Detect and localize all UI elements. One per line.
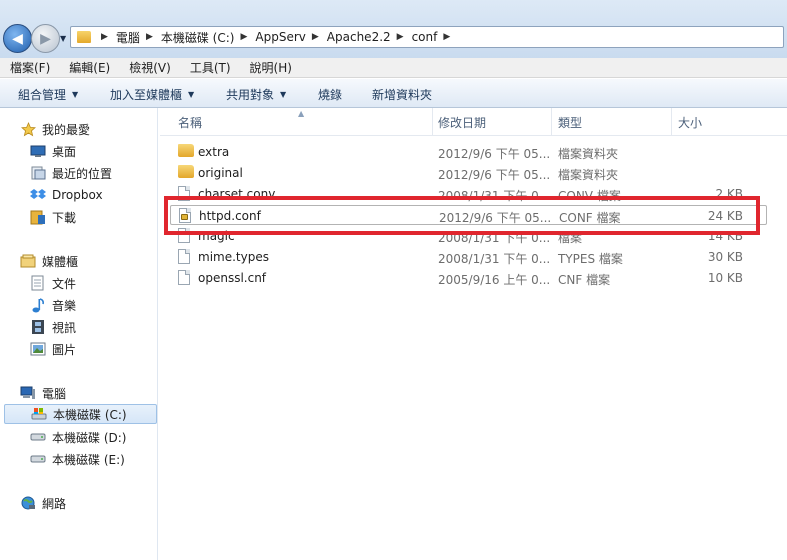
nav-videos[interactable]: 視訊 <box>30 317 76 337</box>
file-row-mime-types[interactable]: mime.types 2008/1/31 下午 0... TYPES 檔案 30… <box>170 247 767 267</box>
nav-dropbox[interactable]: Dropbox <box>30 185 103 205</box>
column-header-name[interactable]: 名稱 <box>178 114 202 131</box>
menu-help[interactable]: 說明(H) <box>250 59 292 76</box>
file-list: ▲ 名稱 修改日期 類型 大小 extra 2012/9/6 下午 05... … <box>160 108 787 560</box>
navigation-pane: 我的最愛 桌面 最近的位置 Dropbox 下載 媒體櫃 文件 音樂 視訊 圖片… <box>0 108 158 560</box>
nav-recent-places[interactable]: 最近的位置 <box>30 163 112 183</box>
nav-drive-c[interactable]: 本機磁碟 (C:) <box>4 404 157 424</box>
nav-libraries[interactable]: 媒體櫃 <box>20 251 78 271</box>
breadcrumb-computer[interactable]: ▶ 電腦 <box>95 29 140 46</box>
command-bar: 組合管理 ▼ 加入至媒體櫃 ▼ 共用對象 ▼ 燒錄 新增資料夾 <box>0 79 787 108</box>
nav-downloads[interactable]: 下載 <box>30 207 76 227</box>
file-row-original[interactable]: original 2012/9/6 下午 05... 檔案資料夾 <box>170 163 767 183</box>
hard-drive-icon <box>30 451 46 467</box>
sort-ascending-icon: ▲ <box>298 109 305 118</box>
column-divider[interactable] <box>671 108 672 135</box>
dropdown-caret-icon: ▼ <box>72 90 79 99</box>
share-with-button[interactable]: 共用對象 ▼ <box>226 86 286 103</box>
recent-places-icon <box>30 165 46 181</box>
desktop-icon <box>30 143 46 159</box>
chevron-right-icon[interactable]: ▶ <box>443 32 450 42</box>
downloads-folder-icon <box>30 209 46 225</box>
forward-button[interactable]: ▶ <box>31 24 60 53</box>
back-button[interactable]: ◀ <box>3 24 32 53</box>
document-icon <box>178 249 192 265</box>
column-header-date[interactable]: 修改日期 <box>438 114 486 131</box>
new-folder-button[interactable]: 新增資料夾 <box>372 86 432 103</box>
film-strip-icon <box>30 319 46 335</box>
arrow-left-icon: ◀ <box>12 30 23 47</box>
system-drive-icon <box>31 406 47 422</box>
chevron-right-icon[interactable]: ▶ <box>312 32 319 42</box>
menu-file[interactable]: 檔案(F) <box>10 59 50 76</box>
chevron-right-icon[interactable]: ▶ <box>240 32 247 42</box>
document-icon <box>178 270 192 286</box>
folder-icon <box>77 31 91 43</box>
column-header-type[interactable]: 類型 <box>558 114 582 131</box>
burn-button[interactable]: 燒錄 <box>318 86 342 103</box>
folder-icon <box>178 165 194 181</box>
star-icon <box>20 121 36 137</box>
nav-pictures[interactable]: 圖片 <box>30 339 76 359</box>
menu-edit[interactable]: 編輯(E) <box>69 59 110 76</box>
chevron-right-icon[interactable]: ▶ <box>146 32 153 42</box>
column-headers: ▲ 名稱 修改日期 類型 大小 <box>160 108 787 136</box>
menu-tools[interactable]: 工具(T) <box>190 59 231 76</box>
breadcrumb-appserv[interactable]: ▶ AppServ <box>234 30 305 44</box>
address-toolbar: ◀ ▶ ▼ ▶ 電腦 ▶ 本機磁碟 (C:) ▶ AppServ ▶ Apach… <box>0 0 787 58</box>
nav-documents[interactable]: 文件 <box>30 273 76 293</box>
chevron-right-icon[interactable]: ▶ <box>397 32 404 42</box>
nav-music[interactable]: 音樂 <box>30 295 76 315</box>
column-divider[interactable] <box>551 108 552 135</box>
file-row-extra[interactable]: extra 2012/9/6 下午 05... 檔案資料夾 <box>170 142 767 162</box>
file-row-openssl-cnf[interactable]: openssl.cnf 2005/9/16 上午 0... CNF 檔案 10 … <box>170 268 767 288</box>
breadcrumb-conf[interactable]: ▶ conf ▶ <box>391 30 459 44</box>
breadcrumb-drive-c[interactable]: ▶ 本機磁碟 (C:) <box>140 29 235 46</box>
menu-view[interactable]: 檢視(V) <box>129 59 171 76</box>
chevron-right-icon[interactable]: ▶ <box>101 32 108 42</box>
recent-pages-dropdown-icon[interactable]: ▼ <box>60 34 66 43</box>
picture-icon <box>30 341 46 357</box>
include-in-library-button[interactable]: 加入至媒體櫃 ▼ <box>110 86 194 103</box>
nav-network[interactable]: 網路 <box>20 493 66 513</box>
column-divider[interactable] <box>432 108 433 135</box>
highlight-annotation-box <box>164 196 760 235</box>
network-icon <box>20 495 36 511</box>
library-icon <box>20 253 36 269</box>
nav-desktop[interactable]: 桌面 <box>30 141 76 161</box>
dropdown-caret-icon: ▼ <box>280 90 287 99</box>
column-header-size[interactable]: 大小 <box>678 114 702 131</box>
menu-bar: 檔案(F) 編輯(E) 檢視(V) 工具(T) 說明(H) <box>0 58 787 78</box>
nav-computer[interactable]: 電腦 <box>20 383 66 403</box>
nav-favorites[interactable]: 我的最愛 <box>20 119 90 139</box>
nav-drive-d[interactable]: 本機磁碟 (D:) <box>30 427 126 447</box>
arrow-right-icon: ▶ <box>40 30 51 47</box>
dropdown-caret-icon: ▼ <box>188 90 195 99</box>
music-note-icon <box>30 297 46 313</box>
organize-button[interactable]: 組合管理 ▼ <box>18 86 78 103</box>
hard-drive-icon <box>30 429 46 445</box>
computer-icon <box>20 385 36 401</box>
dropbox-icon <box>30 187 46 203</box>
address-bar[interactable]: ▶ 電腦 ▶ 本機磁碟 (C:) ▶ AppServ ▶ Apache2.2 ▶… <box>70 26 784 48</box>
documents-icon <box>30 275 46 291</box>
nav-drive-e[interactable]: 本機磁碟 (E:) <box>30 449 125 469</box>
folder-icon <box>178 144 194 160</box>
breadcrumb-apache[interactable]: ▶ Apache2.2 <box>306 30 391 44</box>
